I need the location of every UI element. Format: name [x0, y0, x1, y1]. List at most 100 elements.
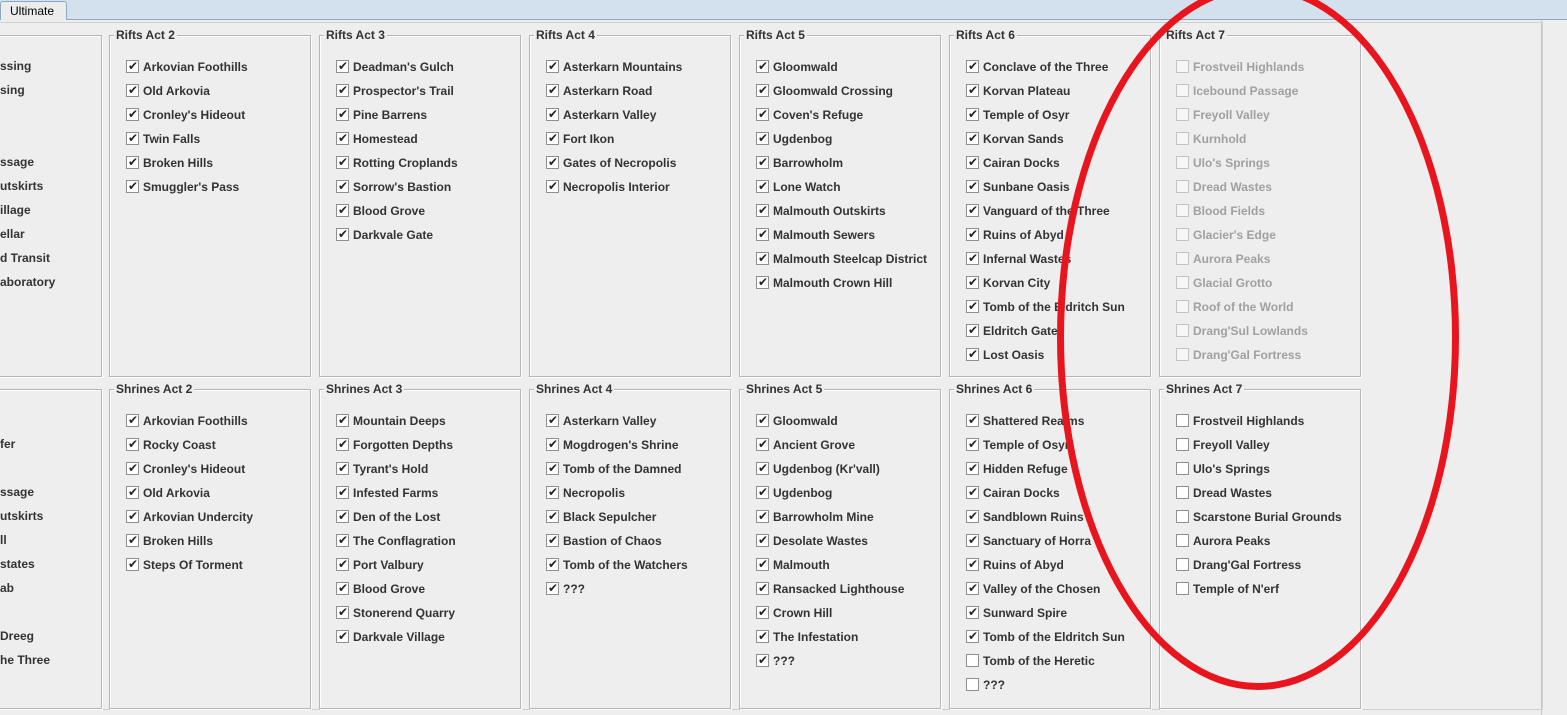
checkbox[interactable]: ✔	[756, 179, 769, 193]
checkbox[interactable]: ✔	[546, 179, 559, 193]
checkbox[interactable]: ✔	[336, 509, 349, 523]
checkbox[interactable]: ✔	[546, 413, 559, 427]
checkbox[interactable]	[1176, 534, 1189, 547]
checkbox[interactable]: ✔	[126, 485, 139, 499]
checkbox[interactable]: ✔	[966, 509, 979, 523]
checkbox[interactable]: ✔	[756, 557, 769, 571]
checkbox[interactable]: ✔	[966, 533, 979, 547]
checkbox[interactable]: ✔	[336, 155, 349, 169]
checkbox[interactable]: ✔	[546, 107, 559, 121]
checkbox[interactable]: ✔	[756, 131, 769, 145]
checkbox[interactable]: ✔	[336, 485, 349, 499]
checkbox[interactable]	[1176, 438, 1189, 451]
checkbox[interactable]: ✔	[546, 509, 559, 523]
checkbox[interactable]	[1176, 486, 1189, 499]
checkbox[interactable]: ✔	[756, 581, 769, 595]
checkbox[interactable]: ✔	[756, 203, 769, 217]
checkbox[interactable]: ✔	[756, 605, 769, 619]
checkbox[interactable]: ✔	[966, 485, 979, 499]
checkbox[interactable]	[1176, 510, 1189, 523]
checkbox[interactable]: ✔	[756, 107, 769, 121]
checkbox[interactable]: ✔	[336, 557, 349, 571]
checkbox[interactable]: ✔	[336, 179, 349, 193]
checkbox[interactable]: ✔	[546, 485, 559, 499]
checkbox[interactable]: ✔	[756, 437, 769, 451]
checkbox[interactable]: ✔	[756, 461, 769, 475]
tab-ultimate[interactable]: Ultimate	[0, 1, 67, 21]
checkbox[interactable]: ✔	[126, 155, 139, 169]
checkbox[interactable]: ✔	[336, 131, 349, 145]
checkbox[interactable]	[1176, 414, 1189, 427]
checkbox[interactable]: ✔	[126, 533, 139, 547]
checkbox[interactable]: ✔	[966, 437, 979, 451]
checkbox[interactable]	[1176, 462, 1189, 475]
checkbox[interactable]: ✔	[126, 107, 139, 121]
checkbox[interactable]: ✔	[756, 275, 769, 289]
checkbox[interactable]: ✔	[126, 557, 139, 571]
checkbox[interactable]: ✔	[336, 581, 349, 595]
checkbox[interactable]: ✔	[966, 347, 979, 361]
checkbox[interactable]: ✔	[756, 251, 769, 265]
checkbox[interactable]	[966, 654, 979, 667]
checkbox[interactable]: ✔	[966, 275, 979, 289]
checkbox[interactable]: ✔	[126, 131, 139, 145]
checkbox[interactable]: ✔	[336, 227, 349, 241]
checkbox[interactable]: ✔	[966, 605, 979, 619]
checkbox[interactable]: ✔	[756, 629, 769, 643]
checkbox[interactable]: ✔	[756, 485, 769, 499]
checkbox[interactable]: ✔	[966, 59, 979, 73]
checkbox[interactable]: ✔	[336, 605, 349, 619]
checkbox[interactable]	[1176, 582, 1189, 595]
checkbox[interactable]: ✔	[966, 131, 979, 145]
checkbox[interactable]: ✔	[336, 461, 349, 475]
checkbox[interactable]: ✔	[966, 299, 979, 313]
checkbox[interactable]: ✔	[756, 653, 769, 667]
checkbox[interactable]: ✔	[966, 251, 979, 265]
checkbox[interactable]: ✔	[756, 533, 769, 547]
checkbox[interactable]: ✔	[126, 509, 139, 523]
checkbox[interactable]: ✔	[126, 437, 139, 451]
checkbox[interactable]: ✔	[126, 59, 139, 73]
checkbox[interactable]: ✔	[546, 461, 559, 475]
checkbox[interactable]: ✔	[966, 557, 979, 571]
checkbox[interactable]: ✔	[756, 59, 769, 73]
checkbox[interactable]: ✔	[336, 437, 349, 451]
checkbox[interactable]: ✔	[966, 227, 979, 241]
checkbox[interactable]: ✔	[966, 323, 979, 337]
checkbox[interactable]: ✔	[966, 179, 979, 193]
checkbox[interactable]: ✔	[336, 107, 349, 121]
checkbox[interactable]: ✔	[756, 227, 769, 241]
checkbox[interactable]: ✔	[966, 203, 979, 217]
checkbox[interactable]: ✔	[126, 83, 139, 97]
checkbox[interactable]: ✔	[546, 59, 559, 73]
checkbox[interactable]: ✔	[546, 581, 559, 595]
checkbox[interactable]: ✔	[126, 179, 139, 193]
checkbox[interactable]: ✔	[546, 83, 559, 97]
checkbox[interactable]: ✔	[756, 413, 769, 427]
checkbox[interactable]: ✔	[966, 461, 979, 475]
checkbox[interactable]	[1176, 558, 1189, 571]
checkbox[interactable]: ✔	[336, 59, 349, 73]
checkbox[interactable]: ✔	[546, 131, 559, 145]
checkbox[interactable]: ✔	[966, 107, 979, 121]
checkbox[interactable]: ✔	[756, 83, 769, 97]
checkbox[interactable]: ✔	[546, 557, 559, 571]
checkbox[interactable]: ✔	[336, 533, 349, 547]
checkbox[interactable]: ✔	[756, 155, 769, 169]
checkbox[interactable]: ✔	[966, 83, 979, 97]
checkbox[interactable]: ✔	[756, 509, 769, 523]
checkbox[interactable]: ✔	[126, 461, 139, 475]
checkbox[interactable]: ✔	[336, 629, 349, 643]
checkbox[interactable]: ✔	[126, 413, 139, 427]
checkbox[interactable]: ✔	[336, 83, 349, 97]
checkbox[interactable]: ✔	[546, 155, 559, 169]
checkbox[interactable]	[966, 678, 979, 691]
checkbox[interactable]: ✔	[336, 413, 349, 427]
checkbox[interactable]: ✔	[966, 413, 979, 427]
checkbox[interactable]: ✔	[966, 629, 979, 643]
checkbox[interactable]: ✔	[546, 533, 559, 547]
checkbox[interactable]: ✔	[546, 437, 559, 451]
checkbox[interactable]: ✔	[966, 581, 979, 595]
checkbox[interactable]: ✔	[966, 155, 979, 169]
checkbox[interactable]: ✔	[336, 203, 349, 217]
